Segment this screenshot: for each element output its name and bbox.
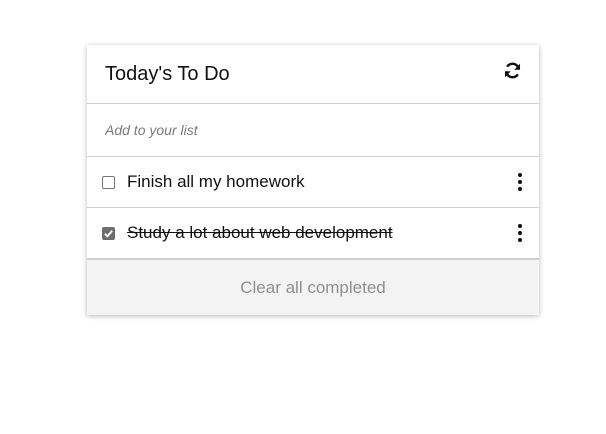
- todo-checkbox-unchecked[interactable]: [102, 175, 115, 189]
- todo-checkbox-checked[interactable]: [102, 226, 115, 240]
- more-vertical-icon[interactable]: [513, 171, 527, 193]
- clear-completed-label: Clear all completed: [240, 277, 386, 297]
- todo-item-label: Finish all my homework: [127, 172, 305, 191]
- todo-card: Today's To Do Finish all my homework Stu…: [87, 45, 539, 315]
- todo-item: Finish all my homework: [87, 157, 539, 208]
- checkmark-icon: [104, 229, 113, 238]
- add-item-row: [87, 104, 539, 157]
- add-item-input[interactable]: [105, 122, 521, 138]
- card-header: Today's To Do: [87, 45, 539, 104]
- clear-completed-button[interactable]: Clear all completed: [87, 259, 539, 315]
- todo-item: Study a lot about web development: [87, 208, 539, 259]
- refresh-button[interactable]: [502, 60, 522, 80]
- more-vertical-icon[interactable]: [513, 222, 527, 244]
- refresh-icon: [504, 62, 520, 78]
- card-title: Today's To Do: [105, 62, 230, 85]
- todo-item-label: Study a lot about web development: [127, 223, 393, 242]
